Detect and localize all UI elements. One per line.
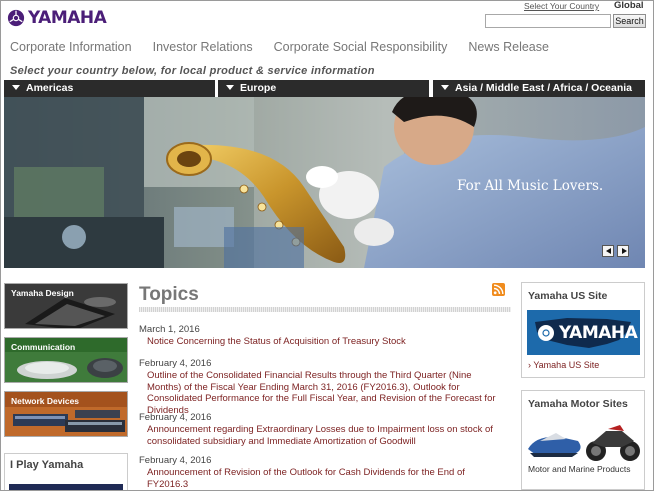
banner-label: Yamaha Design <box>11 288 74 298</box>
dropdown-triangle-icon <box>441 84 449 90</box>
i-play-yamaha-image <box>9 484 123 490</box>
region-americas[interactable]: Americas <box>4 80 215 97</box>
global-label: Global <box>614 0 644 11</box>
prev-arrow-icon[interactable] <box>602 245 614 257</box>
i-play-yamaha-title: I Play Yamaha <box>10 459 84 471</box>
i-play-yamaha-box[interactable]: I Play Yamaha <box>4 453 128 490</box>
topic-link[interactable]: Announcement of Revision of the Outlook … <box>147 467 507 490</box>
topics-title: Topics <box>139 284 199 305</box>
topic-date: February 4, 2016 <box>139 455 212 466</box>
banner-label: Network Devices <box>11 396 80 406</box>
region-europe[interactable]: Europe <box>218 80 429 97</box>
topic-date: February 4, 2016 <box>139 358 212 369</box>
dropdown-triangle-icon <box>12 84 20 90</box>
search-button[interactable]: Search <box>613 14 646 28</box>
motor-caption: Motor and Marine Products <box>528 464 631 474</box>
topic-date: March 1, 2016 <box>139 324 200 335</box>
us-site-title: Yamaha US Site <box>528 290 608 302</box>
topic-date: February 4, 2016 <box>139 412 212 423</box>
hero-tagline: For All Music Lovers. <box>457 178 604 194</box>
next-arrow-icon[interactable] <box>617 245 629 257</box>
banner-network-devices[interactable]: Network Devices <box>4 391 128 437</box>
us-banner-text: YAMAHA <box>559 323 638 343</box>
banner-yamaha-design[interactable]: Yamaha Design <box>4 283 128 329</box>
region-asia-middle-east-africa-oceania[interactable]: Asia / Middle East / Africa / Oceania <box>433 80 645 97</box>
logo-text: YAMAHA <box>28 8 107 28</box>
motor-sites-title: Yamaha Motor Sites <box>528 398 628 410</box>
topic-link[interactable]: Announcement regarding Extraordinary Los… <box>147 424 507 447</box>
topics-divider <box>139 307 511 312</box>
rss-icon[interactable] <box>492 283 505 296</box>
tuning-fork-logo-icon <box>7 9 25 27</box>
nav-csr[interactable]: Corporate Social Responsibility <box>274 40 448 54</box>
banner-label: Communication <box>11 342 76 352</box>
motor-products-image[interactable] <box>526 413 642 463</box>
yamaha-us-banner[interactable]: YAMAHA <box>527 310 640 355</box>
hero-slideshow[interactable]: For All Music Lovers. <box>4 97 645 268</box>
region-label: Europe <box>240 82 277 94</box>
nav-corporate-information[interactable]: Corporate Information <box>10 40 132 54</box>
nav-investor-relations[interactable]: Investor Relations <box>153 40 253 54</box>
topic-link[interactable]: Outline of the Consolidated Financial Re… <box>147 370 507 416</box>
region-caption: Select your country below, for local pro… <box>10 65 375 77</box>
yamaha-us-site-link[interactable]: › Yamaha US Site <box>528 360 599 370</box>
yamaha-us-site-box: Yamaha US Site YAMAHA › Yamaha US Site <box>521 282 645 378</box>
us-link-label: Yamaha US Site <box>533 360 600 370</box>
yamaha-logo[interactable]: YAMAHA <box>7 8 107 28</box>
page-frame: YAMAHA Select Your Country Global Search… <box>0 0 654 491</box>
region-label: Asia / Middle East / Africa / Oceania <box>455 82 633 94</box>
nav-news-release[interactable]: News Release <box>468 40 549 54</box>
banner-communication[interactable]: Communication <box>4 337 128 383</box>
yamaha-motor-sites-box: Yamaha Motor Sites Motor and Marine Prod… <box>521 390 645 490</box>
region-label: Americas <box>26 82 74 94</box>
global-nav: Corporate Information Investor Relations… <box>10 40 570 54</box>
dropdown-triangle-icon <box>226 84 234 90</box>
select-country-link[interactable]: Select Your Country <box>524 1 599 11</box>
search-input[interactable] <box>485 14 611 28</box>
topic-link[interactable]: Notice Concerning the Status of Acquisit… <box>147 336 507 348</box>
